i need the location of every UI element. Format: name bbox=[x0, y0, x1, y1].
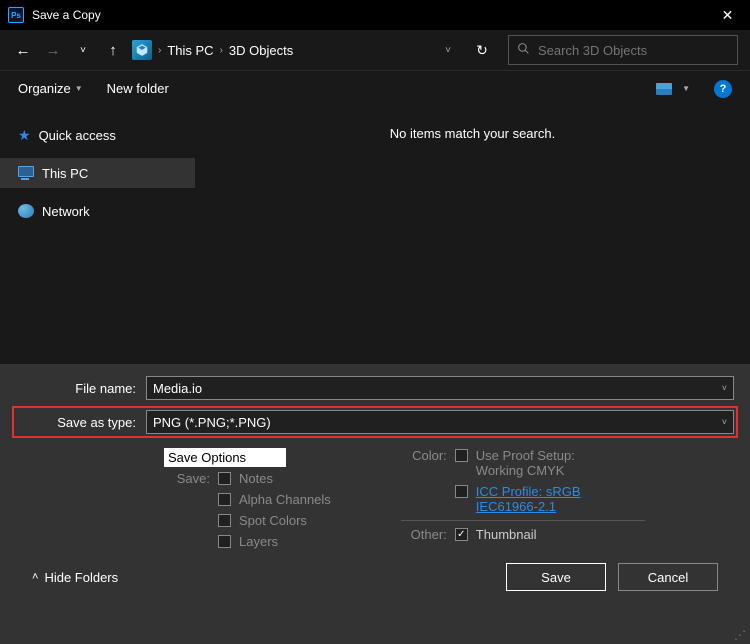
opt-icc[interactable]: ICC Profile: sRGB IEC61966-2.1 bbox=[476, 484, 645, 514]
other-label: Other: bbox=[401, 527, 447, 542]
network-icon bbox=[18, 204, 34, 218]
chevron-right-icon: › bbox=[154, 45, 165, 56]
breadcrumb-dropdown[interactable]: ˅ bbox=[436, 38, 460, 62]
toolbar: Organize ▼ New folder ▼ ? bbox=[0, 70, 750, 106]
filename-input[interactable] bbox=[153, 381, 727, 396]
sidebar-item-network[interactable]: Network bbox=[0, 196, 195, 226]
save-options-header: Save Options bbox=[164, 448, 286, 467]
opt-notes: Notes bbox=[239, 471, 273, 486]
chevron-down-icon[interactable]: ˅ bbox=[722, 417, 727, 427]
back-button[interactable]: ← bbox=[12, 39, 34, 61]
checkbox-notes[interactable] bbox=[218, 472, 231, 485]
sidebar-item-label: Network bbox=[42, 204, 90, 219]
sidebar-item-label: Quick access bbox=[39, 128, 116, 143]
savetype-label: Save as type: bbox=[16, 415, 146, 430]
refresh-button[interactable]: ↻ bbox=[468, 36, 496, 64]
chevron-right-icon: › bbox=[216, 45, 227, 56]
empty-message: No items match your search. bbox=[390, 126, 555, 141]
save-button[interactable]: Save bbox=[506, 563, 606, 591]
checkbox-layers[interactable] bbox=[218, 535, 231, 548]
up-button[interactable]: ↑ bbox=[102, 39, 124, 61]
window-title: Save a Copy bbox=[32, 8, 705, 22]
chevron-up-icon: ˄ bbox=[32, 571, 38, 583]
savetype-value: PNG (*.PNG;*.PNG) bbox=[153, 415, 271, 430]
help-button[interactable]: ? bbox=[714, 80, 732, 98]
hide-folders-label: Hide Folders bbox=[44, 570, 118, 585]
checkbox-proof[interactable] bbox=[455, 449, 468, 462]
color-label: Color: bbox=[401, 448, 447, 463]
savetype-field[interactable]: PNG (*.PNG;*.PNG) ˅ bbox=[146, 410, 734, 434]
new-folder-label: New folder bbox=[107, 81, 169, 96]
organize-label: Organize bbox=[18, 81, 71, 96]
view-options[interactable]: ▼ bbox=[656, 83, 690, 95]
opt-proof: Use Proof Setup:Working CMYK bbox=[476, 448, 575, 478]
sidebar-item-quick-access[interactable]: ★ Quick access bbox=[0, 120, 195, 150]
crumb-folder[interactable]: 3D Objects bbox=[229, 43, 293, 58]
checkbox-thumbnail[interactable] bbox=[455, 528, 468, 541]
recent-dropdown[interactable]: ˅ bbox=[72, 39, 94, 61]
folder-3d-icon bbox=[132, 40, 152, 60]
search-box[interactable] bbox=[508, 35, 738, 65]
sidebar: ★ Quick access This PC Network bbox=[0, 106, 195, 364]
chevron-down-icon: ▼ bbox=[682, 84, 690, 93]
hide-folders-button[interactable]: ˄ Hide Folders bbox=[32, 570, 118, 585]
view-icon bbox=[656, 83, 672, 95]
checkbox-alpha[interactable] bbox=[218, 493, 231, 506]
breadcrumb[interactable]: › This PC › 3D Objects bbox=[132, 40, 428, 60]
forward-button[interactable]: → bbox=[42, 39, 64, 61]
chevron-down-icon: ▼ bbox=[75, 84, 83, 93]
new-folder-button[interactable]: New folder bbox=[107, 81, 169, 96]
titlebar: Ps Save a Copy ✕ bbox=[0, 0, 750, 30]
savetype-highlight: Save as type: PNG (*.PNG;*.PNG) ˅ bbox=[12, 406, 738, 438]
checkbox-spot[interactable] bbox=[218, 514, 231, 527]
filename-label: File name: bbox=[16, 381, 146, 396]
crumb-this-pc[interactable]: This PC bbox=[167, 43, 213, 58]
chevron-down-icon[interactable]: ˅ bbox=[722, 383, 727, 393]
opt-layers: Layers bbox=[239, 534, 278, 549]
filename-field[interactable]: ˅ bbox=[146, 376, 734, 400]
opt-alpha: Alpha Channels bbox=[239, 492, 331, 507]
sidebar-item-label: This PC bbox=[42, 166, 88, 181]
app-icon: Ps bbox=[8, 7, 24, 23]
search-icon bbox=[517, 42, 530, 58]
search-input[interactable] bbox=[538, 43, 729, 58]
star-icon: ★ bbox=[18, 127, 31, 144]
opt-thumbnail: Thumbnail bbox=[476, 527, 537, 542]
save-label: Save: bbox=[164, 471, 210, 486]
checkbox-icc[interactable] bbox=[455, 485, 468, 498]
cancel-button[interactable]: Cancel bbox=[618, 563, 718, 591]
navigation-bar: ← → ˅ ↑ › This PC › 3D Objects ˅ ↻ bbox=[0, 30, 750, 70]
organize-button[interactable]: Organize ▼ bbox=[18, 81, 83, 96]
pc-icon bbox=[18, 166, 34, 180]
opt-spot: Spot Colors bbox=[239, 513, 307, 528]
close-button[interactable]: ✕ bbox=[705, 0, 750, 30]
file-list-area: No items match your search. bbox=[195, 106, 750, 364]
sidebar-item-this-pc[interactable]: This PC bbox=[0, 158, 195, 188]
